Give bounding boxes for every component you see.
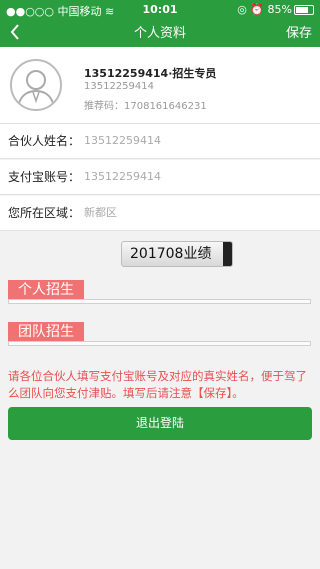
toggle-knob — [223, 242, 232, 266]
alarm-icon: ⏰ — [250, 3, 265, 16]
save-button[interactable]: 保存 — [286, 20, 312, 47]
user-avatar-icon[interactable] — [10, 59, 62, 111]
profile-phone: 13512259414 — [84, 81, 154, 92]
region-label: 您所在区域： — [8, 206, 81, 220]
partner-name-input[interactable]: 13512259414 — [84, 124, 161, 158]
personal-recruit-tag: 个人招生 — [8, 280, 84, 300]
team-recruit-tag: 团队招生 — [8, 322, 84, 342]
battery-status: ◎ ⏰ 85% — [237, 3, 314, 16]
lock-rotation-icon: ◎ — [237, 3, 247, 16]
region-row[interactable]: 您所在区域： 新都区 — [0, 196, 320, 231]
notice-text: 请各位合伙人填写支付宝账号及对应的真实姓名，便于驾了么团队向您支付津贴。填写后请… — [8, 369, 307, 400]
region-select[interactable]: 新都区 — [84, 196, 117, 230]
profile-display-name: 13512259414·招生专员 — [84, 67, 217, 80]
performance-month-button[interactable]: 201708业绩 — [121, 241, 233, 267]
battery-icon — [294, 5, 314, 15]
alipay-account-label: 支付宝账号： — [8, 170, 81, 184]
page-title: 个人资料 — [133, 26, 186, 41]
partner-name-row[interactable]: 合伙人姓名： 13512259414 — [0, 124, 320, 159]
nav-bar: 个人资料 保存 — [0, 20, 320, 47]
profile-referral-code: 推荐码：1708161646231 — [84, 101, 207, 112]
alipay-account-input[interactable]: 13512259414 — [84, 160, 161, 194]
alipay-account-row[interactable]: 支付宝账号： 13512259414 — [0, 160, 320, 195]
personal-recruit-progress — [8, 299, 311, 304]
logout-button[interactable]: 退出登陆 — [8, 407, 312, 440]
team-recruit-progress — [8, 341, 311, 346]
status-bar: ●●○○○ 中国移动 ≋ 10:01 ◎ ⏰ 85% — [0, 0, 320, 20]
performance-month-label: 201708业绩 — [130, 246, 212, 262]
profile-card: 13512259414·招生专员 13512259414 推荐码：1708161… — [0, 47, 320, 124]
partner-name-label: 合伙人姓名： — [8, 134, 81, 148]
